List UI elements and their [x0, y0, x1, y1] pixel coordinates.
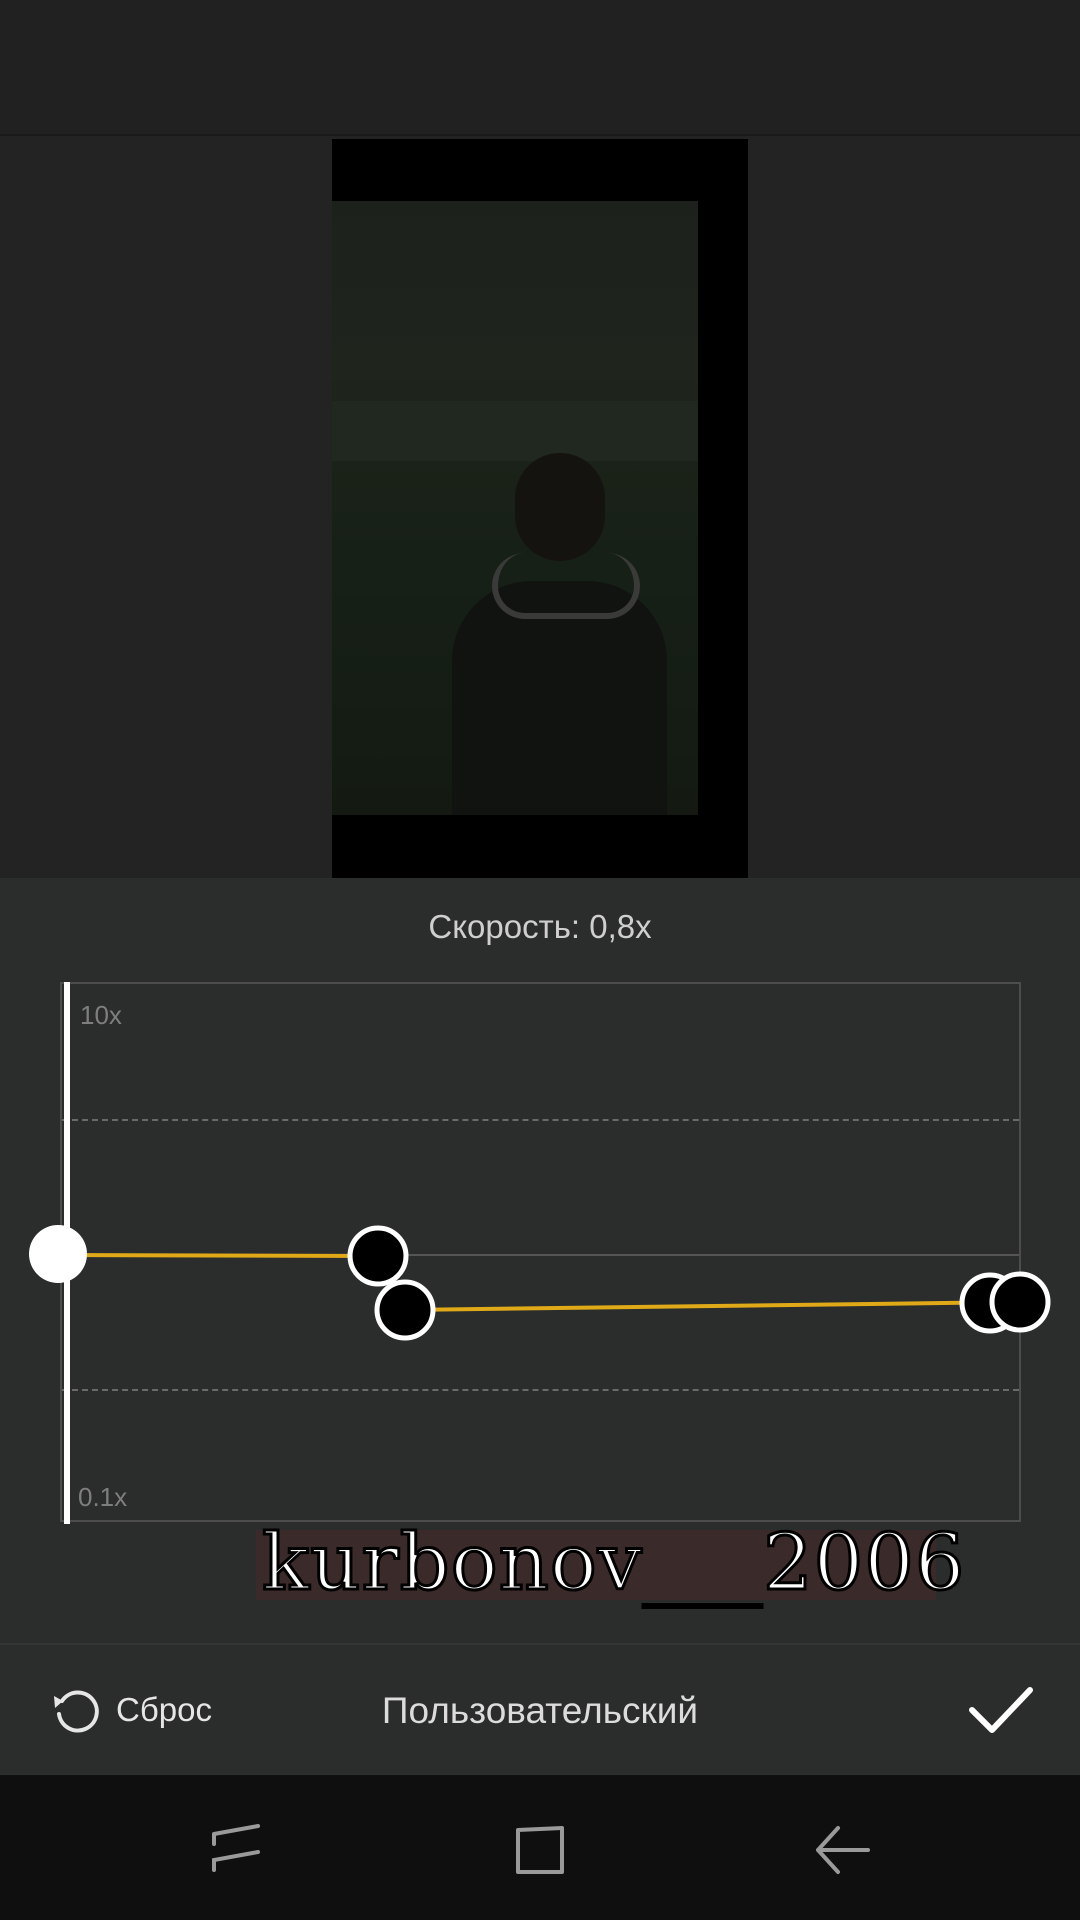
recents-icon: [212, 1824, 260, 1872]
control-point-start[interactable]: [29, 1225, 87, 1283]
control-point-2[interactable]: [347, 1225, 409, 1287]
home-button[interactable]: [510, 1822, 570, 1878]
watermark-text: kurbonov___2006: [260, 1517, 966, 1610]
recents-button[interactable]: [208, 1822, 268, 1878]
reset-label: Сброс: [116, 1691, 212, 1728]
reset-icon: [54, 1690, 99, 1733]
curve-segment-1: [59, 1253, 379, 1258]
back-button[interactable]: [812, 1822, 872, 1878]
reset-button[interactable]: Сброс: [50, 1682, 212, 1738]
back-icon: [816, 1826, 870, 1874]
home-icon: [516, 1826, 564, 1874]
checkmark-icon: [969, 1687, 1033, 1733]
control-point-3[interactable]: [374, 1279, 436, 1341]
control-point-end[interactable]: [989, 1271, 1051, 1333]
confirm-button[interactable]: [968, 1682, 1034, 1738]
curve-segment-3: [404, 1300, 1021, 1312]
speed-curve: [29, 1225, 1051, 1341]
